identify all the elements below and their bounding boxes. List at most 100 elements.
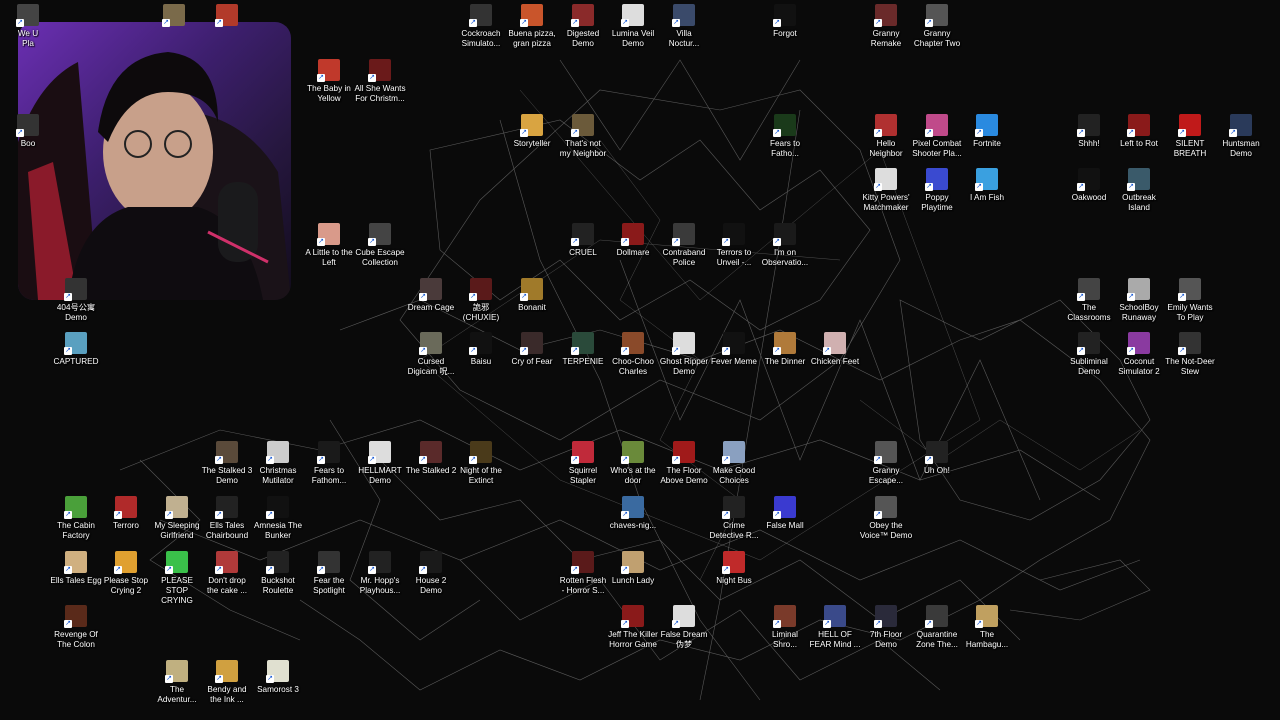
- desktop-shortcut-chicken-feet[interactable]: ↗ Chicken Feet: [807, 332, 863, 367]
- desktop-shortcut-the-baby-in-yellow[interactable]: ↗ The Baby in Yellow: [301, 59, 357, 104]
- desktop-shortcut-cube-escape-collection[interactable]: ↗ Cube Escape Collection: [352, 223, 408, 268]
- desktop-shortcut-fears-to-fatho[interactable]: ↗ Fears to Fatho...: [757, 114, 813, 159]
- desktop-shortcut-a-little-to-the-left[interactable]: ↗ A Little to the Left: [301, 223, 357, 268]
- desktop-shortcut-all-she-wants-for-christm[interactable]: ↗ All She Wants For Christm...: [352, 59, 408, 104]
- desktop-shortcut-buena-pizza-gran-pizza[interactable]: ↗ Buena pizza, gran pizza: [504, 4, 560, 49]
- desktop-shortcut-terroro[interactable]: ↗ Terroro: [98, 496, 154, 531]
- desktop-shortcut-the-hambagu[interactable]: ↗ The Hambagu...: [959, 605, 1015, 650]
- desktop-shortcut-storyteller[interactable]: ↗ Storyteller: [504, 114, 560, 149]
- desktop-shortcut-the-classrooms[interactable]: ↗ The Classrooms: [1061, 278, 1117, 323]
- desktop-shortcut-the-stalked-2[interactable]: ↗ The Stalked 2: [403, 441, 459, 476]
- desktop-shortcut-coconut-simulator-2[interactable]: ↗ Coconut Simulator 2: [1111, 332, 1167, 377]
- desktop-shortcut-404-demo[interactable]: ↗ 404号公寓 Demo: [48, 278, 104, 323]
- desktop-shortcut-the-adventur[interactable]: ↗ The Adventur...: [149, 660, 205, 705]
- desktop-shortcut-captured[interactable]: ↗ CAPTURED: [48, 332, 104, 367]
- desktop-shortcut-hellmart-demo[interactable]: ↗ HELLMART Demo: [352, 441, 408, 486]
- desktop-shortcut-ells-tales-chairbound[interactable]: ↗ Ells Tales Chairbound: [199, 496, 255, 541]
- desktop-shortcut-we-u-pla[interactable]: ↗ We U Pla: [0, 4, 56, 49]
- desktop-shortcut-granny-chapter-two[interactable]: ↗ Granny Chapter Two: [909, 4, 965, 49]
- desktop-shortcut-shhh[interactable]: ↗ Shhh!: [1061, 114, 1117, 149]
- desktop-shortcut-cruel[interactable]: ↗ CRUEL: [555, 223, 611, 258]
- desktop-shortcut-silent-breath[interactable]: ↗ SILENT BREATH: [1162, 114, 1218, 159]
- desktop-shortcut-the-cabin-factory[interactable]: ↗ The Cabin Factory: [48, 496, 104, 541]
- desktop-shortcut-squirrel-stapler[interactable]: ↗ Squirrel Stapler: [555, 441, 611, 486]
- desktop-shortcut-bendy-and-the-ink[interactable]: ↗ Bendy and the Ink ...: [199, 660, 255, 705]
- desktop-shortcut-the-dinner[interactable]: ↗ The Dinner: [757, 332, 813, 367]
- desktop-shortcut-i-m-on-observatio[interactable]: ↗ I'm on Observatio...: [757, 223, 813, 268]
- desktop-shortcut-that-s-not-my-neighbor[interactable]: ↗ That's not my Neighbor: [555, 114, 611, 159]
- desktop-shortcut-ghost-ripper-demo[interactable]: ↗ Ghost Ripper Demo: [656, 332, 712, 377]
- desktop-shortcut-forgot[interactable]: ↗ Forgot: [757, 4, 813, 39]
- desktop-shortcut-granny-escape[interactable]: ↗ Granny Escape...: [858, 441, 914, 486]
- desktop-shortcut-make-good-choices[interactable]: ↗ Make Good Choices: [706, 441, 762, 486]
- desktop-shortcut-jeff-the-killer-horror-game[interactable]: ↗ Jeff The Killer Horror Game: [605, 605, 661, 650]
- desktop-shortcut-poppy-playtime[interactable]: ↗ Poppy Playtime: [909, 168, 965, 213]
- desktop-shortcut-dream-cage[interactable]: ↗ Dream Cage: [403, 278, 459, 313]
- desktop-shortcut-rotten-flesh-horror-s[interactable]: ↗ Rotten Flesh - Horror S...: [555, 551, 611, 596]
- desktop-shortcut-liminal-shro[interactable]: ↗ Liminal Shro...: [757, 605, 813, 650]
- desktop-shortcut-oakwood[interactable]: ↗ Oakwood: [1061, 168, 1117, 203]
- desktop-shortcut-subliminal-demo[interactable]: ↗ Subliminal Demo: [1061, 332, 1117, 377]
- desktop-shortcut-hello-neighbor[interactable]: ↗ Hello Neighbor: [858, 114, 914, 159]
- desktop-shortcut-please-stop-crying-2[interactable]: ↗ Please Stop Crying 2: [98, 551, 154, 596]
- desktop-shortcut-night-of-the-extinct[interactable]: ↗ Night of the Extinct: [453, 441, 509, 486]
- desktop-shortcut-fortnite[interactable]: ↗ Fortnite: [959, 114, 1015, 149]
- desktop-shortcut-unlabeled[interactable]: ↗: [146, 4, 202, 29]
- desktop-shortcut-baisu[interactable]: ↗ Baisu: [453, 332, 509, 367]
- desktop-shortcut-please-stop-crying[interactable]: ↗ PLEASE STOP CRYING: [149, 551, 205, 606]
- desktop-shortcut-who-s-at-the-door[interactable]: ↗ Who's at the door: [605, 441, 661, 486]
- desktop-shortcut-emily-wants-to-play[interactable]: ↗ Emily Wants To Play: [1162, 278, 1218, 323]
- desktop-shortcut-don-t-drop-the-cake[interactable]: ↗ Don't drop the cake ...: [199, 551, 255, 596]
- desktop-shortcut-schoolboy-runaway[interactable]: ↗ SchoolBoy Runaway: [1111, 278, 1167, 323]
- desktop-shortcut-cry-of-fear[interactable]: ↗ Cry of Fear: [504, 332, 560, 367]
- desktop-shortcut-chuxie[interactable]: ↗ 詭邪 (CHUXIE): [453, 278, 509, 323]
- desktop-shortcut-dollmare[interactable]: ↗ Dollmare: [605, 223, 661, 258]
- desktop-shortcut-kitty-powers-matchmaker[interactable]: ↗ Kitty Powers' Matchmaker: [858, 168, 914, 213]
- desktop-shortcut-revenge-of-the-colon[interactable]: ↗ Revenge Of The Colon: [48, 605, 104, 650]
- desktop-shortcut-terrors-to-unveil[interactable]: ↗ Terrors to Unveil -...: [706, 223, 762, 268]
- desktop-shortcut-chaves-nig[interactable]: ↗ chaves-nig...: [605, 496, 661, 531]
- desktop-shortcut-hell-of-fear-mind[interactable]: ↗ HELL OF FEAR Mind ...: [807, 605, 863, 650]
- desktop-shortcut-ells-tales-egg[interactable]: ↗ Ells Tales Egg: [48, 551, 104, 586]
- desktop-shortcut-false-dream[interactable]: ↗ False Dream 伪梦: [656, 605, 712, 650]
- desktop-shortcut-buckshot-roulette[interactable]: ↗ Buckshot Roulette: [250, 551, 306, 596]
- desktop-shortcut-night-bus[interactable]: ↗ Night Bus: [706, 551, 762, 586]
- desktop-shortcut-quarantine-zone-the[interactable]: ↗ Quarantine Zone The...: [909, 605, 965, 650]
- desktop-shortcut-lumina-veil-demo[interactable]: ↗ Lumina Veil Demo: [605, 4, 661, 49]
- desktop-shortcut-7th-floor-demo[interactable]: ↗ 7th Floor Demo: [858, 605, 914, 650]
- desktop-shortcut-boo[interactable]: ↗ Boo: [0, 114, 56, 149]
- desktop-shortcut-the-floor-above-demo[interactable]: ↗ The Floor Above Demo: [656, 441, 712, 486]
- desktop-shortcut-outbreak-island[interactable]: ↗ Outbreak Island: [1111, 168, 1167, 213]
- desktop-shortcut-crime-detective-r[interactable]: ↗ Crime Detective R...: [706, 496, 762, 541]
- desktop-shortcut-mr-hopp-s-playhous[interactable]: ↗ Mr. Hopp's Playhous...: [352, 551, 408, 596]
- desktop-shortcut-fear-the-spotlight[interactable]: ↗ Fear the Spotlight: [301, 551, 357, 596]
- desktop-shortcut-fears-to-fathom[interactable]: ↗ Fears to Fathom...: [301, 441, 357, 486]
- desktop-shortcut-cockroach-simulato[interactable]: ↗ Cockroach Simulato...: [453, 4, 509, 49]
- desktop-shortcut-terpenie[interactable]: ↗ TERPENIE: [555, 332, 611, 367]
- desktop-shortcut-obey-the-voice-demo[interactable]: ↗ Obey the Voice™ Demo: [858, 496, 914, 541]
- desktop-shortcut-christmas-mutilator[interactable]: ↗ Christmas Mutilator: [250, 441, 306, 486]
- desktop-shortcut-the-stalked-3-demo[interactable]: ↗ The Stalked 3 Demo: [199, 441, 255, 486]
- desktop-shortcut-huntsman-demo[interactable]: ↗ Huntsman Demo: [1213, 114, 1269, 159]
- desktop-shortcut-uh-oh[interactable]: ↗ Uh Oh!: [909, 441, 965, 476]
- desktop-shortcut-contraband-police[interactable]: ↗ Contraband Police: [656, 223, 712, 268]
- desktop-shortcut-fever-meme[interactable]: ↗ Fever Meme: [706, 332, 762, 367]
- desktop-shortcut-left-to-rot[interactable]: ↗ Left to Rot: [1111, 114, 1167, 149]
- desktop-shortcut-i-am-fish[interactable]: ↗ I Am Fish: [959, 168, 1015, 203]
- desktop-shortcut-amnesia-the-bunker[interactable]: ↗ Amnesia The Bunker: [250, 496, 306, 541]
- desktop-shortcut-my-sleeping-girlfriend[interactable]: ↗ My Sleeping Girlfriend: [149, 496, 205, 541]
- desktop-shortcut-unlabeled[interactable]: ↗: [199, 4, 255, 29]
- desktop-shortcut-samorost-3[interactable]: ↗ Samorost 3: [250, 660, 306, 695]
- desktop-shortcut-choo-choo-charles[interactable]: ↗ Choo-Choo Charles: [605, 332, 661, 377]
- desktop-shortcut-lunch-lady[interactable]: ↗ Lunch Lady: [605, 551, 661, 586]
- shortcut-arrow-icon: ↗: [114, 511, 122, 519]
- desktop-shortcut-false-mall[interactable]: ↗ False Mall: [757, 496, 813, 531]
- desktop-shortcut-cursed-digicam[interactable]: ↗ Cursed Digicam 呪...: [403, 332, 459, 377]
- desktop-shortcut-bonanit[interactable]: ↗ Bonanit: [504, 278, 560, 313]
- desktop-shortcut-digested-demo[interactable]: ↗ Digested Demo: [555, 4, 611, 49]
- desktop-shortcut-house-2-demo[interactable]: ↗ House 2 Demo: [403, 551, 459, 596]
- desktop-shortcut-villa-noctur[interactable]: ↗ Villa Noctur...: [656, 4, 712, 49]
- desktop-shortcut-the-not-deer-stew[interactable]: ↗ The Not-Deer Stew: [1162, 332, 1218, 377]
- desktop-shortcut-granny-remake[interactable]: ↗ Granny Remake: [858, 4, 914, 49]
- desktop-shortcut-pixel-combat-shooter-pla[interactable]: ↗ Pixel Combat Shooter Pla...: [909, 114, 965, 159]
